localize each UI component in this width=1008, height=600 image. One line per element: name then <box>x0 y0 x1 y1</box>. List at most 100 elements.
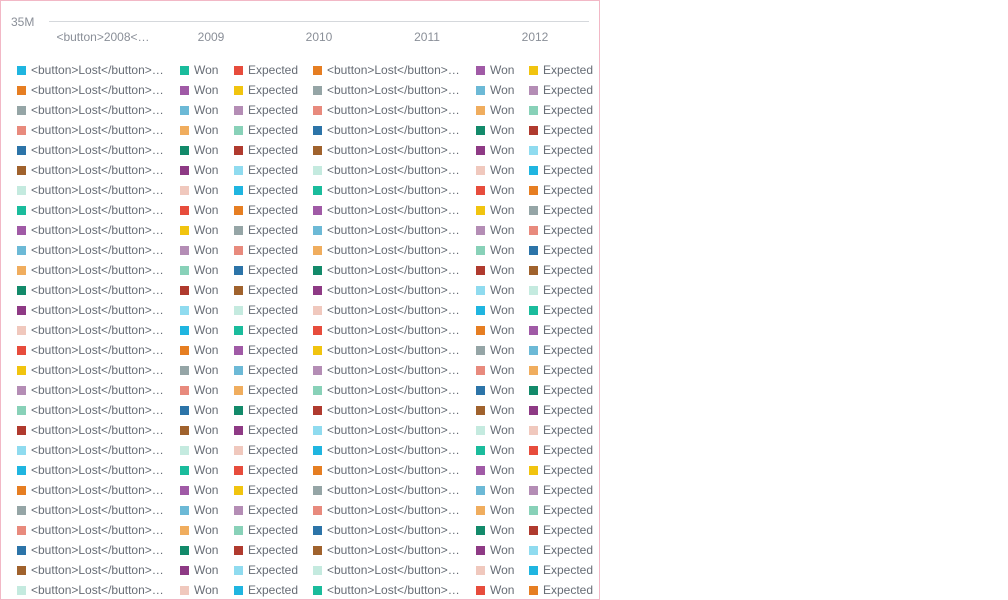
legend-item[interactable]: <button>Lost</button> … <box>313 540 476 560</box>
legend-item[interactable]: Won <box>180 100 234 120</box>
legend-item[interactable]: Expected <box>529 520 599 540</box>
legend-item[interactable]: Won <box>180 480 234 500</box>
legend-item[interactable]: <button>Lost</button> … <box>313 100 476 120</box>
legend-item[interactable]: <button>Lost</button> … <box>17 460 180 480</box>
legend-item[interactable]: Won <box>476 320 529 340</box>
legend-item[interactable]: Won <box>476 80 529 100</box>
legend-item[interactable]: Won <box>476 300 529 320</box>
legend-item[interactable]: Won <box>476 100 529 120</box>
legend-item[interactable]: Expected <box>529 100 599 120</box>
legend-item[interactable]: <button>Lost</button> … <box>313 60 476 80</box>
legend-item[interactable]: Won <box>180 180 234 200</box>
legend-item[interactable]: Expected <box>529 400 599 420</box>
legend-item[interactable]: Won <box>180 200 234 220</box>
legend-item[interactable]: Won <box>180 500 234 520</box>
legend-item[interactable]: Expected <box>234 420 313 440</box>
legend-item[interactable]: Won <box>180 220 234 240</box>
legend-item[interactable]: Won <box>476 360 529 380</box>
legend-item[interactable]: Expected <box>234 220 313 240</box>
legend-item[interactable]: <button>Lost</button> … <box>17 220 180 240</box>
legend-item[interactable]: <button>Lost</button> … <box>313 520 476 540</box>
legend-item[interactable]: <button>Lost</button> … <box>17 80 180 100</box>
legend-item[interactable]: <button>Lost</button> … <box>313 460 476 480</box>
legend-item[interactable]: Won <box>476 180 529 200</box>
legend-item[interactable]: <button>Lost</button> … <box>313 440 476 460</box>
legend-item[interactable]: Expected <box>529 440 599 460</box>
legend-item[interactable]: Won <box>180 280 234 300</box>
legend-item[interactable]: Expected <box>234 460 313 480</box>
legend-item[interactable]: Expected <box>234 120 313 140</box>
legend-item[interactable]: Won <box>180 420 234 440</box>
legend-item[interactable]: Expected <box>529 180 599 200</box>
legend-item[interactable]: <button>Lost</button> … <box>313 580 476 599</box>
legend-item[interactable]: <button>Lost</button> … <box>17 120 180 140</box>
legend-item[interactable]: <button>Lost</button> … <box>17 540 180 560</box>
legend-item[interactable]: Won <box>476 60 529 80</box>
legend-item[interactable]: Won <box>180 440 234 460</box>
legend-item[interactable]: Won <box>180 540 234 560</box>
legend-item[interactable]: Won <box>476 400 529 420</box>
legend-item[interactable]: <button>Lost</button> … <box>17 480 180 500</box>
legend-item[interactable]: Expected <box>234 180 313 200</box>
legend-item[interactable]: Won <box>180 60 234 80</box>
legend-item[interactable]: <button>Lost</button> … <box>313 340 476 360</box>
legend-item[interactable]: Expected <box>529 60 599 80</box>
legend-item[interactable]: <button>Lost</button> … <box>313 140 476 160</box>
legend-item[interactable]: Expected <box>234 320 313 340</box>
legend-item[interactable]: <button>Lost</button> … <box>313 360 476 380</box>
legend-item[interactable]: Expected <box>234 100 313 120</box>
legend-item[interactable]: <button>Lost</button> … <box>313 240 476 260</box>
legend-item[interactable]: Expected <box>234 340 313 360</box>
legend-item[interactable]: Won <box>476 160 529 180</box>
legend-item[interactable]: Won <box>476 480 529 500</box>
legend-item[interactable]: Expected <box>234 140 313 160</box>
legend-item[interactable]: Expected <box>529 420 599 440</box>
legend-item[interactable]: <button>Lost</button> … <box>313 380 476 400</box>
legend-item[interactable]: Expected <box>234 360 313 380</box>
legend-item[interactable]: Won <box>180 400 234 420</box>
legend-item[interactable]: Expected <box>529 200 599 220</box>
legend-item[interactable]: Expected <box>529 340 599 360</box>
legend-item[interactable]: Expected <box>529 260 599 280</box>
legend-item[interactable]: Won <box>180 260 234 280</box>
legend-item[interactable]: <button>Lost</button> … <box>17 360 180 380</box>
legend-item[interactable]: Won <box>476 260 529 280</box>
legend-item[interactable]: Expected <box>529 120 599 140</box>
legend-item[interactable]: <button>Lost</button> … <box>17 580 180 599</box>
legend-item[interactable]: Won <box>476 560 529 580</box>
legend-item[interactable]: Won <box>476 220 529 240</box>
legend-item[interactable]: Won <box>180 340 234 360</box>
legend-item[interactable]: Won <box>476 520 529 540</box>
legend-item[interactable]: Won <box>476 280 529 300</box>
legend-item[interactable]: <button>Lost</button> … <box>313 420 476 440</box>
legend-item[interactable]: Won <box>180 140 234 160</box>
legend-item[interactable]: Expected <box>529 240 599 260</box>
legend-item[interactable]: <button>Lost</button> … <box>313 160 476 180</box>
legend-item[interactable]: Won <box>180 160 234 180</box>
legend-item[interactable]: Won <box>180 80 234 100</box>
legend-item[interactable]: Won <box>476 200 529 220</box>
legend-item[interactable]: <button>Lost</button> … <box>17 520 180 540</box>
legend-item[interactable]: Expected <box>529 140 599 160</box>
legend-item[interactable]: Expected <box>529 360 599 380</box>
legend-item[interactable]: <button>Lost</button> … <box>313 80 476 100</box>
legend-item[interactable]: Won <box>180 320 234 340</box>
legend-item[interactable]: <button>Lost</button> … <box>313 480 476 500</box>
legend-item[interactable]: <button>Lost</button> … <box>313 400 476 420</box>
legend-item[interactable]: Expected <box>234 300 313 320</box>
legend-item[interactable]: Won <box>476 540 529 560</box>
legend-item[interactable]: Won <box>180 380 234 400</box>
legend-item[interactable]: Expected <box>234 160 313 180</box>
legend-item[interactable]: Expected <box>234 80 313 100</box>
legend-item[interactable]: Expected <box>234 260 313 280</box>
legend-item[interactable]: <button>Lost</button> … <box>17 300 180 320</box>
legend-item[interactable]: <button>Lost</button> … <box>17 160 180 180</box>
legend-item[interactable]: Won <box>476 460 529 480</box>
legend-item[interactable]: <button>Lost</button> … <box>17 280 180 300</box>
legend-item[interactable]: <button>Lost</button> … <box>17 260 180 280</box>
legend-item[interactable]: Won <box>476 420 529 440</box>
legend-item[interactable]: <button>Lost</button> … <box>17 60 180 80</box>
legend-item[interactable]: Expected <box>529 460 599 480</box>
legend-item[interactable]: <button>Lost</button> … <box>17 180 180 200</box>
legend-item[interactable]: Expected <box>234 440 313 460</box>
